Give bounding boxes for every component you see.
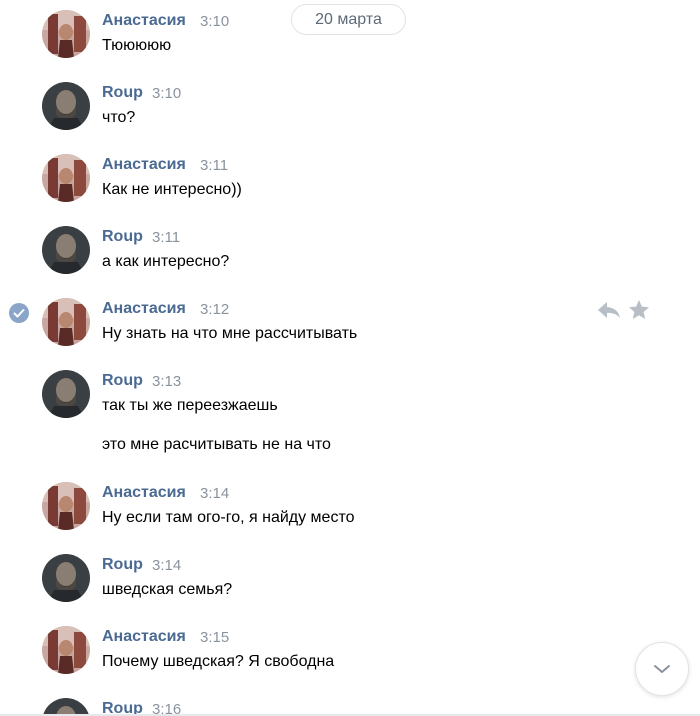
message-text: Ну если там ого-го, я найду место (102, 509, 355, 526)
star-icon[interactable] (629, 300, 649, 319)
author-name[interactable]: Roup (102, 84, 143, 102)
message-time[interactable]: 3:15 (200, 629, 229, 646)
message-row[interactable]: Анастасия 3:14 Ну если там ого-го, я най… (0, 472, 700, 544)
message-row[interactable]: Анастасия 3:10 Тююююю (0, 0, 700, 72)
message-text: Почему шведская? Я свободна (102, 653, 335, 670)
message-text: а как интересно? (102, 253, 230, 270)
avatar-roup[interactable] (42, 370, 90, 418)
reply-icon[interactable] (598, 302, 620, 318)
avatar-anastasia[interactable] (42, 10, 90, 58)
message-time[interactable]: 3:10 (200, 13, 229, 30)
message-row[interactable]: Roup 3:10 что? (0, 72, 700, 144)
message-row[interactable]: Roup 3:13 так ты же переезжаешь это мне … (0, 360, 700, 472)
message-time[interactable]: 3:14 (152, 557, 181, 574)
message-time[interactable]: 3:10 (152, 85, 181, 102)
message-row[interactable]: Анастасия 3:15 Почему шведская? Я свобод… (0, 616, 700, 688)
author-name[interactable]: Анастасия (102, 300, 186, 318)
author-name[interactable]: Roup (102, 556, 143, 574)
message-text: что? (102, 109, 136, 126)
chevron-down-icon (654, 665, 670, 673)
avatar-roup[interactable] (42, 554, 90, 602)
author-name[interactable]: Анастасия (102, 156, 186, 174)
message-text: это мне расчитывать не на что (102, 436, 331, 453)
scroll-down-button[interactable] (635, 642, 689, 696)
message-text: Ну знать на что мне рассчитывать (102, 325, 358, 342)
message-row[interactable]: Roup 3:14 шведская семья? (0, 544, 700, 616)
message-text: так ты же переезжаешь (102, 397, 278, 414)
message-time[interactable]: 3:13 (152, 373, 181, 390)
message-row[interactable]: Анастасия 3:11 Как не интересно)) (0, 144, 700, 216)
author-name[interactable]: Roup (102, 228, 143, 246)
message-text: Тююююю (102, 37, 172, 54)
message-row[interactable]: Roup 3:16 (0, 688, 700, 716)
check-circle-icon[interactable] (8, 302, 30, 324)
author-name[interactable]: Анастасия (102, 484, 186, 502)
author-name[interactable]: Анастасия (102, 12, 186, 30)
avatar-anastasia[interactable] (42, 298, 90, 346)
avatar-roup[interactable] (42, 226, 90, 274)
message-text: Как не интересно)) (102, 181, 242, 198)
message-row-selected[interactable]: Анастасия 3:12 Ну знать на что мне рассч… (0, 288, 700, 360)
message-time[interactable]: 3:12 (200, 301, 229, 318)
message-time[interactable]: 3:11 (200, 157, 228, 174)
message-text: шведская семья? (102, 581, 233, 598)
message-time[interactable]: 3:11 (152, 229, 180, 246)
message-row[interactable]: Roup 3:11 а как интересно? (0, 216, 700, 288)
message-time[interactable]: 3:14 (200, 485, 229, 502)
author-name[interactable]: Roup (102, 372, 143, 390)
avatar-anastasia[interactable] (42, 154, 90, 202)
author-name[interactable]: Анастасия (102, 628, 186, 646)
avatar-anastasia[interactable] (42, 626, 90, 674)
message-actions (595, 298, 655, 322)
avatar-roup[interactable] (42, 82, 90, 130)
avatar-anastasia[interactable] (42, 482, 90, 530)
